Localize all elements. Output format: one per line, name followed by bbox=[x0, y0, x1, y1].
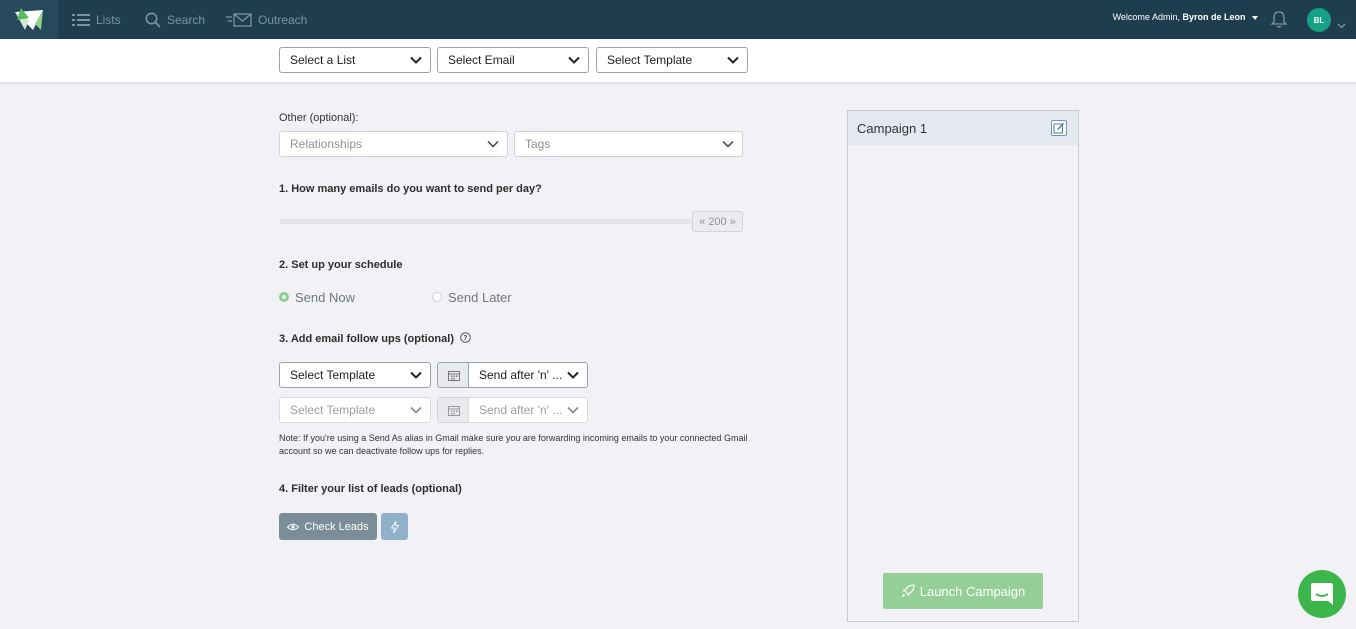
emails-per-day-slider-handle[interactable]: « 200 » bbox=[692, 211, 743, 232]
welcome-prefix: Welcome Admin, bbox=[1112, 12, 1180, 22]
welcome-user-menu[interactable]: Welcome Admin, Byron de Leon bbox=[1113, 12, 1258, 22]
nav-search[interactable]: Search bbox=[145, 0, 205, 39]
chevron-down-icon bbox=[410, 406, 422, 414]
slider-value: 200 bbox=[708, 215, 727, 228]
followup-2-template-dropdown[interactable]: Select Template bbox=[279, 397, 431, 423]
gmail-alias-note: Note: If you're using a Send As alias in… bbox=[279, 433, 748, 456]
tags-value: Tags bbox=[525, 137, 551, 151]
edit-pencil-icon bbox=[1053, 123, 1064, 134]
calendar-icon bbox=[447, 405, 460, 416]
check-leads-label: Check Leads bbox=[304, 520, 369, 533]
campaign-panel-header: Campaign 1 bbox=[848, 111, 1078, 145]
relationships-dropdown[interactable]: Relationships bbox=[279, 131, 508, 157]
top-navbar: Lists Search Outreach Welcome Admin, Byr… bbox=[0, 0, 1356, 39]
select-template-value: Select Template bbox=[607, 53, 693, 67]
list-icon bbox=[72, 13, 90, 26]
followup-2-send-after-value: Send after 'n' ... bbox=[479, 403, 563, 417]
send-later-label[interactable]: Send Later bbox=[448, 290, 512, 305]
bell-icon bbox=[1270, 11, 1288, 28]
chevron-down-icon bbox=[1337, 23, 1346, 29]
avatar[interactable]: BL bbox=[1307, 8, 1331, 32]
step1-label: 1. How many emails do you want to send p… bbox=[279, 183, 542, 195]
select-list-dropdown[interactable]: Select a List bbox=[279, 47, 431, 73]
send-later-radio[interactable] bbox=[432, 292, 442, 302]
chevron-down-icon bbox=[410, 371, 422, 379]
step3-label: 3. Add email follow ups (optional) ? bbox=[279, 332, 471, 345]
followup-2-calendar-button[interactable] bbox=[437, 397, 469, 423]
chevron-down-icon bbox=[487, 140, 499, 148]
relationships-value: Relationships bbox=[290, 137, 363, 151]
select-email-dropdown[interactable]: Select Email bbox=[437, 47, 589, 73]
check-leads-button[interactable]: Check Leads bbox=[279, 513, 377, 540]
campaign-select-bar: Select a List Select Email Select Templa… bbox=[0, 39, 1356, 82]
double-chevron-left-icon: « bbox=[699, 215, 709, 228]
app-logo[interactable] bbox=[0, 0, 58, 39]
send-now-label[interactable]: Send Now bbox=[295, 290, 355, 305]
emails-per-day-slider-track[interactable] bbox=[279, 219, 699, 224]
followup-2-template-value: Select Template bbox=[290, 403, 376, 417]
other-optional-label: Other (optional): bbox=[279, 112, 359, 124]
eye-icon bbox=[287, 523, 300, 530]
chevron-down-icon bbox=[410, 56, 422, 64]
nav-lists[interactable]: Lists bbox=[72, 0, 121, 39]
campaign-panel: Campaign 1 Launch Campaign bbox=[847, 110, 1079, 622]
nav-lists-label: Lists bbox=[96, 12, 121, 27]
help-circle-icon[interactable]: ? bbox=[460, 332, 471, 343]
calendar-icon bbox=[447, 370, 460, 381]
chevron-down-icon bbox=[567, 406, 579, 414]
step4-label: 4. Filter your list of leads (optional) bbox=[279, 483, 462, 495]
select-email-value: Select Email bbox=[448, 53, 515, 67]
campaign-title: Campaign 1 bbox=[857, 121, 928, 136]
chevron-down-icon bbox=[567, 371, 579, 379]
rocket-icon bbox=[901, 584, 915, 598]
edit-campaign-name-button[interactable] bbox=[1051, 120, 1067, 136]
chevron-down-icon bbox=[722, 140, 734, 148]
chat-bubble-icon bbox=[1311, 583, 1333, 605]
launch-campaign-button[interactable]: Launch Campaign bbox=[883, 573, 1043, 609]
select-template-dropdown[interactable]: Select Template bbox=[596, 47, 748, 73]
nav-outreach-label: Outreach bbox=[258, 12, 308, 27]
user-name: Byron de Leon bbox=[1182, 12, 1246, 22]
lightning-bolt-icon bbox=[390, 520, 399, 533]
followup-1-send-after-value: Send after 'n' ... bbox=[479, 368, 563, 382]
tags-dropdown[interactable]: Tags bbox=[514, 131, 743, 157]
followup-1-send-after-dropdown[interactable]: Send after 'n' ... bbox=[468, 362, 588, 388]
chevron-down-icon bbox=[568, 56, 580, 64]
double-chevron-right-icon: » bbox=[726, 215, 736, 228]
svg-text:?: ? bbox=[464, 334, 468, 342]
nav-search-label: Search bbox=[167, 12, 206, 27]
followup-1-calendar-button[interactable] bbox=[437, 362, 469, 388]
outreach-mail-icon bbox=[226, 12, 252, 27]
launch-campaign-label: Launch Campaign bbox=[919, 583, 1026, 599]
step3-label-text: 3. Add email follow ups (optional) bbox=[279, 333, 454, 345]
followup-2-send-after-dropdown[interactable]: Send after 'n' ... bbox=[468, 397, 588, 423]
select-list-value: Select a List bbox=[290, 53, 356, 67]
step2-label: 2. Set up your schedule bbox=[279, 259, 403, 271]
avatar-menu-toggle[interactable] bbox=[1337, 16, 1346, 34]
avatar-initials: BL bbox=[1313, 15, 1325, 25]
send-now-radio[interactable] bbox=[279, 292, 289, 302]
search-icon bbox=[145, 12, 161, 28]
envelope-logo-icon bbox=[15, 7, 43, 30]
nav-outreach[interactable]: Outreach bbox=[226, 0, 307, 39]
notification-bell[interactable] bbox=[1270, 10, 1288, 34]
chat-support-launcher[interactable] bbox=[1298, 570, 1346, 618]
followup-1-template-value: Select Template bbox=[290, 368, 376, 382]
quick-filter-button[interactable] bbox=[381, 513, 408, 540]
chevron-down-icon bbox=[727, 56, 739, 64]
followup-1-template-dropdown[interactable]: Select Template bbox=[279, 362, 431, 388]
caret-down-icon bbox=[1252, 15, 1258, 20]
